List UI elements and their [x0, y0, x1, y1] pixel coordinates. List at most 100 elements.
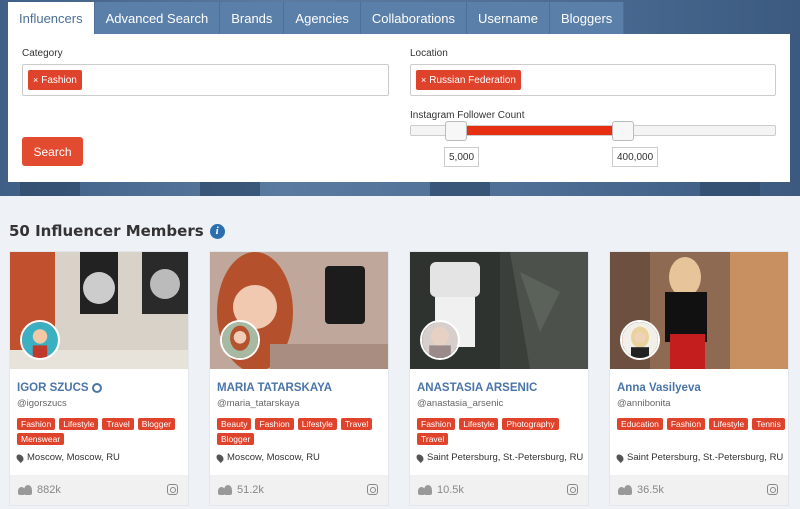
follower-count: 36.5k: [618, 484, 664, 496]
nav-tabs: Influencers Advanced Search Brands Agenc…: [8, 2, 625, 34]
verified-icon: [91, 382, 102, 393]
location: Saint Petersburg, St.-Petersburg, RU: [415, 452, 584, 463]
map-pin-icon: [615, 452, 625, 463]
tab-influencers[interactable]: Influencers: [8, 2, 95, 34]
tab-username[interactable]: Username: [467, 2, 550, 34]
banner-tile: [20, 180, 80, 196]
tag[interactable]: Photography: [502, 418, 559, 430]
users-icon: [418, 485, 432, 495]
location: Moscow, Moscow, RU: [215, 452, 320, 463]
map-pin-icon: [415, 452, 425, 463]
instagram-icon[interactable]: [767, 484, 778, 495]
map-pin-icon: [215, 452, 225, 463]
results-heading: 50 Influencer Members i: [9, 222, 225, 240]
card-footer: 882k: [10, 475, 188, 505]
tag[interactable]: Blogger: [137, 418, 176, 430]
follower-count: 882k: [18, 484, 61, 496]
tag-list: Education Fashion Lifestyle Tennis: [617, 418, 785, 430]
max-follower-value[interactable]: 400,000: [612, 147, 659, 167]
tab-agencies[interactable]: Agencies: [284, 2, 361, 34]
category-label: Category: [22, 48, 63, 59]
tag[interactable]: Lifestyle: [59, 418, 99, 430]
influencer-name[interactable]: Anna Vasilyeva: [617, 382, 701, 394]
location-text: Saint Petersburg, St.-Petersburg, RU: [627, 452, 784, 463]
avatar: [420, 320, 460, 360]
tab-bloggers[interactable]: Bloggers: [549, 2, 625, 34]
follower-count-text: 882k: [37, 484, 61, 496]
map-pin-icon: [15, 452, 25, 463]
influencer-name[interactable]: IGOR SZUCS: [17, 382, 102, 394]
tag[interactable]: Fashion: [666, 418, 706, 430]
users-icon: [618, 485, 632, 495]
users-icon: [18, 485, 32, 495]
follower-count: 51.2k: [218, 484, 264, 496]
tag[interactable]: Lifestyle: [297, 418, 337, 430]
location-text: Moscow, Moscow, RU: [227, 452, 320, 463]
slider-min-handle[interactable]: [445, 121, 467, 141]
influencer-name[interactable]: ANASTASIA ARSENIC: [417, 382, 537, 394]
location: Saint Petersburg, St.-Petersburg, RU: [615, 452, 784, 463]
tag[interactable]: Lifestyle: [459, 418, 499, 430]
follower-count: 10.5k: [418, 484, 464, 496]
follower-count-label: Instagram Follower Count: [410, 110, 525, 121]
location-text: Moscow, Moscow, RU: [27, 452, 120, 463]
location: Moscow, Moscow, RU: [15, 452, 120, 463]
avatar: [20, 320, 60, 360]
influencer-card[interactable]: Anna Vasilyeva @annibonita Education Fas…: [609, 251, 789, 506]
users-icon: [218, 485, 232, 495]
location-chip-label: Russian Federation: [429, 74, 516, 86]
location-field[interactable]: × Russian Federation: [410, 64, 776, 96]
tag[interactable]: Fashion: [17, 418, 56, 430]
influencer-handle: @maria_tatarskaya: [217, 398, 300, 409]
banner-tile: [700, 180, 760, 196]
instagram-icon[interactable]: [167, 484, 178, 495]
chip-remove-icon[interactable]: ×: [421, 75, 426, 85]
slider-max-handle[interactable]: [612, 121, 634, 141]
tag[interactable]: Education: [617, 418, 663, 430]
results-count-title: 50 Influencer Members: [9, 222, 204, 240]
tag[interactable]: Travel: [417, 433, 449, 445]
tag[interactable]: Travel: [102, 418, 134, 430]
tag[interactable]: Lifestyle: [709, 418, 749, 430]
tab-advanced-search[interactable]: Advanced Search: [94, 2, 221, 34]
tab-collaborations[interactable]: Collaborations: [360, 2, 468, 34]
influencer-handle: @igorszucs: [17, 398, 67, 409]
card-footer: 36.5k: [610, 475, 788, 505]
influencer-card[interactable]: IGOR SZUCS @igorszucs Fashion Lifestyle …: [9, 251, 189, 506]
slider-range: [457, 126, 623, 135]
category-chip[interactable]: × Fashion: [28, 70, 82, 90]
tag[interactable]: Fashion: [255, 418, 294, 430]
influencer-name[interactable]: MARIA TATARSKAYA: [217, 382, 332, 394]
tag[interactable]: Beauty: [217, 418, 252, 430]
tag[interactable]: Fashion: [417, 418, 456, 430]
category-field[interactable]: × Fashion: [22, 64, 389, 96]
tag-list: Fashion Lifestyle Travel Blogger Menswea…: [17, 418, 185, 445]
banner-tile: [200, 180, 260, 196]
location-label: Location: [410, 48, 448, 59]
influencer-card[interactable]: ANASTASIA ARSENIC @anastasia_arsenic Fas…: [409, 251, 589, 506]
chip-remove-icon[interactable]: ×: [33, 75, 38, 85]
location-text: Saint Petersburg, St.-Petersburg, RU: [427, 452, 584, 463]
tag-list: Beauty Fashion Lifestyle Travel Blogger: [217, 418, 385, 445]
tab-brands[interactable]: Brands: [220, 2, 285, 34]
influencer-handle: @annibonita: [617, 398, 671, 409]
tag[interactable]: Menswear: [17, 433, 65, 445]
tag[interactable]: Tennis: [752, 418, 785, 430]
min-follower-value[interactable]: 5,000: [444, 147, 480, 167]
card-footer: 51.2k: [210, 475, 388, 505]
location-chip[interactable]: × Russian Federation: [416, 70, 521, 90]
avatar: [220, 320, 260, 360]
category-chip-label: Fashion: [41, 74, 77, 86]
influencer-handle: @anastasia_arsenic: [417, 398, 504, 409]
tag-list: Fashion Lifestyle Photography Travel: [417, 418, 585, 445]
tag[interactable]: Travel: [340, 418, 373, 430]
info-icon[interactable]: i: [209, 223, 225, 239]
follower-count-text: 10.5k: [437, 484, 464, 496]
influencer-card[interactable]: MARIA TATARSKAYA @maria_tatarskaya Beaut…: [209, 251, 389, 506]
instagram-icon[interactable]: [367, 484, 378, 495]
follower-count-text: 36.5k: [637, 484, 664, 496]
search-button[interactable]: Search: [22, 137, 83, 166]
instagram-icon[interactable]: [567, 484, 578, 495]
tag[interactable]: Blogger: [217, 433, 255, 445]
influencer-name-text[interactable]: IGOR SZUCS: [17, 382, 89, 394]
